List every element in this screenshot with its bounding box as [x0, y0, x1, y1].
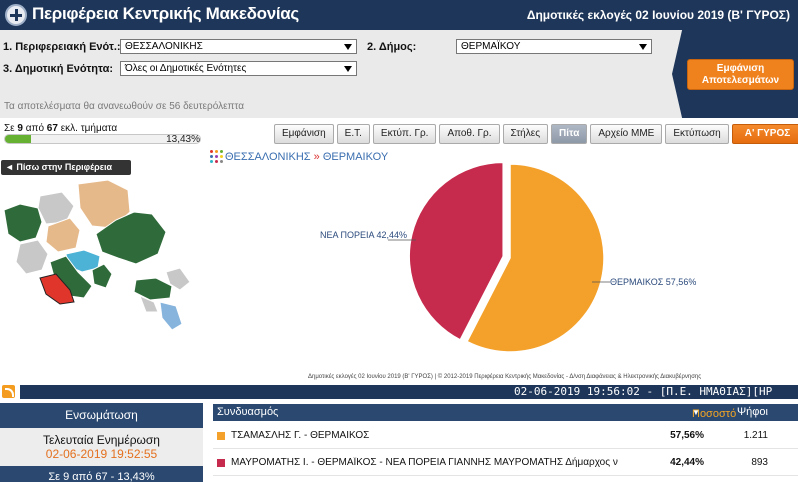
municipal-unit-label: 3. Δημοτική Ενότητα:	[3, 63, 113, 75]
color-dots-icon	[210, 150, 223, 163]
map-area	[15, 239, 49, 275]
candidate-name: ΜΑΥΡΟΜΑΤΗΣ Ι. - ΘΕΡΜΑΪΚΟΣ - ΝΕΑ ΠΟΡΕΙΑ Γ…	[231, 457, 618, 468]
pie-label: ΝΕΑ ΠΟΡΕΙΑ 42,44%	[320, 230, 408, 240]
regional-unit-select[interactable]: ΘΕΣΣΑΛΟΝΙΚΗΣ	[120, 39, 357, 54]
cross-emblem-icon	[5, 4, 27, 26]
pie-chart: ΝΕΑ ΠΟΡΕΙΑ 42,44% ΘΕΡΜΑΙΚΟΣ 57,56%	[320, 160, 696, 380]
regional-unit-label: 1. Περιφερειακή Ενότ.:	[3, 41, 121, 53]
color-swatch	[217, 459, 225, 467]
municipality-select[interactable]: ΘΕΡΜΑΪΚΟΥ	[456, 39, 652, 54]
refresh-notice: Τα αποτελέσματα θα ανανεωθούν σε 56 δευτ…	[4, 101, 245, 112]
show-results-button[interactable]: Εμφάνιση Αποτελεσμάτων	[687, 59, 794, 90]
sort-desc-icon: ▼	[692, 408, 700, 417]
show-button[interactable]: Εμφάνιση	[274, 124, 334, 144]
rss-icon[interactable]	[2, 385, 15, 398]
print-chart-button[interactable]: Εκτύπ. Γρ.	[372, 124, 437, 144]
col-combination[interactable]: Συνδυασμός	[217, 406, 278, 418]
progress-summary: Σε 9 από 67 - 13,43%	[0, 466, 203, 482]
progress-text: Σε 9 από 67 εκλ. τμήματα	[4, 123, 117, 134]
color-swatch	[217, 432, 225, 440]
print-button[interactable]: Εκτύπωση	[665, 124, 729, 144]
progress-percent: 13,43%	[166, 134, 200, 145]
candidate-name: ΤΣΑΜΑΣΛΗΣ Γ. - ΘΕΡΜΑΙΚΟΣ	[231, 430, 370, 441]
breadcrumb-separator: »	[310, 151, 323, 163]
candidate-percent: 42,44%	[670, 457, 704, 468]
map-area	[133, 277, 173, 301]
candidate-votes: 1.211	[743, 430, 768, 441]
first-round-button[interactable]: Α' ΓΥΡΟΣ	[731, 124, 798, 144]
app-header: Περιφέρεια Κεντρικής Μακεδονίας Δημοτικέ…	[0, 0, 798, 30]
progress-suffix: εκλ. τμήματα	[57, 123, 118, 134]
municipal-unit-select[interactable]: Όλες οι Δημοτικές Ενότητες	[120, 61, 357, 76]
pie-svg	[388, 161, 610, 353]
last-update-box: Τελευταία Ενημέρωση 02-06-2019 19:52:55	[0, 428, 203, 466]
chevron-down-icon	[639, 44, 647, 50]
toolbar: Εμφάνιση Ε.Τ. Εκτύπ. Γρ. Αποθ. Γρ. Στήλε…	[274, 124, 798, 144]
election-title: Δημοτικές εκλογές 02 Ιουνίου 2019 (Β' ΓΥ…	[526, 8, 790, 22]
table-row[interactable]: ΤΣΑΜΑΣΛΗΣ Γ. - ΘΕΡΜΑΙΚΟΣ 57,56% 1.211	[213, 423, 798, 449]
media-file-button[interactable]: Αρχείο ΜΜΕ	[590, 124, 663, 144]
embed-header[interactable]: Ενσωμάτωση	[0, 403, 203, 428]
municipal-unit-value: Όλες οι Δημοτικές Ενότητες	[125, 63, 247, 74]
chevron-down-icon	[344, 66, 352, 72]
pie-button[interactable]: Πίτα	[551, 124, 588, 144]
columns-button[interactable]: Στήλες	[502, 124, 549, 144]
progress-fill	[5, 135, 32, 143]
progress-middle: από	[22, 123, 47, 134]
footer-note: Δημοτικές εκλογές 02 Ιουνίου 2019 (Β' ΓΥ…	[308, 374, 702, 380]
municipality-value: ΘΕΡΜΑΪΚΟΥ	[461, 41, 521, 52]
regional-unit-value: ΘΕΣΣΑΛΟΝΙΚΗΣ	[125, 41, 203, 52]
last-update-time: 02-06-2019 19:52:55	[45, 447, 158, 461]
back-to-region-button[interactable]: ◄ Πίσω στην Περιφέρεια	[1, 160, 131, 175]
pie-label: ΘΕΡΜΑΙΚΟΣ 57,56%	[610, 277, 697, 287]
col-votes[interactable]: Ψήφοι	[737, 406, 768, 418]
table-row[interactable]: ΜΑΥΡΟΜΑΤΗΣ Ι. - ΘΕΡΜΑΪΚΟΣ - ΝΕΑ ΠΟΡΕΙΑ Γ…	[213, 450, 798, 476]
table-header: Συνδυασμός Ποσοστό ▼ Ψήφοι	[213, 404, 798, 421]
municipal-units-button[interactable]: Ε.Τ.	[336, 124, 370, 144]
chevron-down-icon	[344, 44, 352, 50]
breadcrumb-municipality: ΘΕΡΜΑΙΚΟΥ	[322, 151, 389, 163]
progress-total: 67	[46, 123, 58, 134]
progress-prefix: Σε	[4, 123, 18, 134]
municipality-label: 2. Δήμος:	[367, 41, 417, 53]
breadcrumb: ΘΕΣΣΑΛΟΝΙΚΗΣ » ΘΕΡΜΑΙΚΟΥ	[210, 150, 388, 163]
news-ticker: 02-06-2019 19:56:02 - [Π.Ε. ΗΜΑΘΙΑΣ][ΗΡ	[20, 385, 798, 399]
last-update-label: Τελευταία Ενημέρωση	[43, 433, 160, 447]
page-title: Περιφέρεια Κεντρικής Μακεδονίας	[32, 4, 299, 23]
map-area	[3, 203, 43, 243]
breadcrumb-region[interactable]: ΘΕΣΣΑΛΟΝΙΚΗΣ	[225, 151, 311, 163]
candidate-percent: 57,56%	[670, 430, 704, 441]
candidate-votes: 893	[751, 457, 768, 468]
region-map[interactable]	[0, 178, 200, 338]
save-chart-button[interactable]: Αποθ. Γρ.	[439, 124, 500, 144]
map-area	[159, 301, 183, 331]
